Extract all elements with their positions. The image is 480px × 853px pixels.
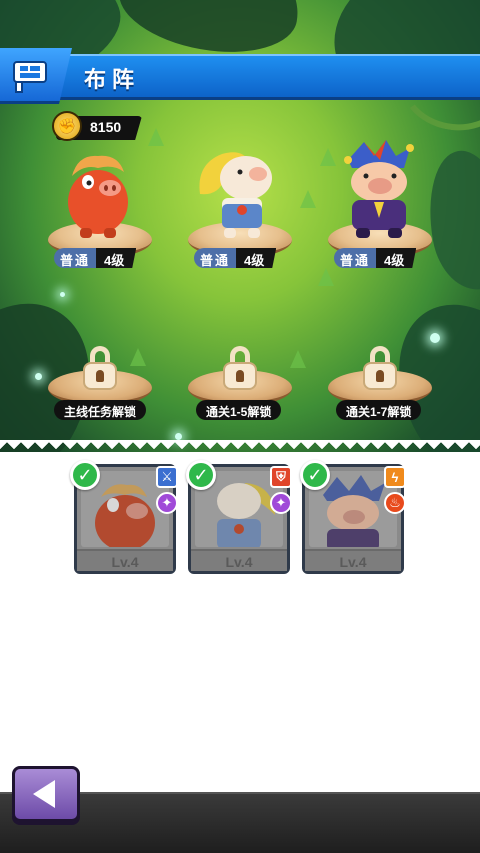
jester-pig-hero[interactable]	[334, 138, 424, 240]
roster-level-label: Lv.4	[305, 549, 401, 571]
power-value: 8150	[90, 119, 122, 135]
blonde-pig-hero-art	[199, 152, 272, 238]
grass-tuft	[300, 190, 316, 208]
crystal-element-icon: ✦	[156, 492, 178, 514]
crystal-element-icon: ✦	[270, 492, 292, 514]
grass-tuft	[130, 348, 146, 366]
formation-flag-icon	[13, 61, 47, 93]
sword-class-icon: ⚔	[156, 466, 178, 488]
selected-check-icon: ✓	[186, 460, 216, 490]
grass-tuft	[148, 128, 164, 146]
grass-tuft	[318, 268, 334, 286]
firefly-glow	[175, 433, 182, 440]
slot-3-level-tag: 普通 4级	[334, 248, 417, 268]
red-pig-hero-art	[68, 155, 128, 238]
shield-class-icon: ⛨	[270, 466, 292, 488]
scene-divider	[0, 440, 480, 454]
fire-element-icon: ♨	[384, 492, 406, 514]
slot-1-level-tag: 普通 4级	[54, 248, 137, 268]
rarity-label: 普通	[194, 248, 237, 268]
padlock-icon	[83, 346, 117, 390]
padlock-icon	[223, 346, 257, 390]
unlock-condition-label: 主线任务解锁	[54, 400, 147, 420]
red-pig-hero[interactable]	[58, 146, 138, 240]
level-label: 4级	[96, 248, 137, 268]
jester-pig-hero-art	[344, 140, 414, 238]
rarity-label: 普通	[334, 248, 377, 268]
rarity-label: 普通	[54, 248, 97, 268]
page-title: 布阵	[84, 67, 141, 92]
padlock-icon	[363, 346, 397, 390]
firefly-glow	[35, 373, 42, 380]
level-label: 4级	[376, 248, 417, 268]
selected-check-icon: ✓	[70, 460, 100, 490]
back-arrow-icon	[33, 780, 55, 808]
back-button[interactable]	[12, 766, 80, 822]
blonde-pig-hero[interactable]	[192, 144, 284, 240]
leaf-decoration	[418, 144, 480, 296]
roster-level-label: Lv.4	[77, 549, 173, 571]
selected-check-icon: ✓	[300, 460, 330, 490]
firefly-glow	[430, 333, 440, 343]
roster-level-label: Lv.4	[191, 549, 287, 571]
unlock-condition-label: 通关1-5解锁	[196, 400, 282, 420]
unlock-condition-label: 通关1-7解锁	[336, 400, 422, 420]
page-header	[0, 54, 480, 100]
level-label: 4级	[236, 248, 277, 268]
lightning-class-icon: ϟ	[384, 466, 406, 488]
grass-tuft	[290, 350, 306, 368]
slot-2-level-tag: 普通 4级	[194, 248, 277, 268]
firefly-glow	[60, 292, 65, 297]
fist-icon: ✊	[52, 111, 82, 141]
